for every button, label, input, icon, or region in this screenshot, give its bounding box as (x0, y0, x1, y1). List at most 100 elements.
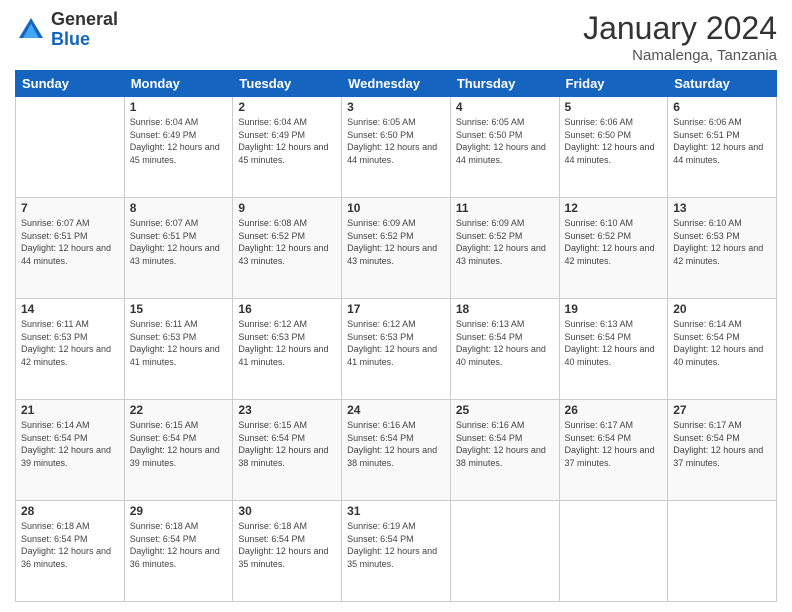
day-number: 18 (456, 302, 554, 316)
table-cell: 8Sunrise: 6:07 AMSunset: 6:51 PMDaylight… (124, 198, 233, 299)
day-number: 19 (565, 302, 663, 316)
day-number: 10 (347, 201, 445, 215)
day-info: Sunrise: 6:12 AMSunset: 6:53 PMDaylight:… (347, 318, 445, 368)
day-number: 28 (21, 504, 119, 518)
logo-blue: Blue (51, 30, 118, 50)
day-info: Sunrise: 6:18 AMSunset: 6:54 PMDaylight:… (238, 520, 336, 570)
day-number: 15 (130, 302, 228, 316)
table-cell: 18Sunrise: 6:13 AMSunset: 6:54 PMDayligh… (450, 299, 559, 400)
table-cell: 22 Sunrise: 6:15 AMSunset: 6:54 PMDayligh… (124, 400, 233, 501)
day-info: Sunrise: 6:11 AMSunset: 6:53 PMDaylight:… (130, 318, 228, 368)
day-number: 14 (21, 302, 119, 316)
day-info: Sunrise: 6:14 AMSunset: 6:54 PMDaylight:… (21, 419, 119, 469)
day-info: Sunrise: 6:15 AMSunset: 6:54 PMDaylight:… (130, 419, 228, 469)
header-tuesday: Tuesday (233, 71, 342, 97)
day-info: Sunrise: 6:18 AMSunset: 6:54 PMDaylight:… (21, 520, 119, 570)
table-cell: 12 Sunrise: 6:10 AMSunset: 6:52 PMDayligh… (559, 198, 668, 299)
table-cell: 16 Sunrise: 6:12 AMSunset: 6:53 PMDayligh… (233, 299, 342, 400)
day-info: Sunrise: 6:17 AMSunset: 6:54 PMDaylight:… (673, 419, 771, 469)
day-info: Sunrise: 6:05 AMSunset: 6:50 PMDaylight:… (347, 116, 445, 166)
header-friday: Friday (559, 71, 668, 97)
day-number: 11 (456, 201, 554, 215)
day-info: Sunrise: 6:14 AMSunset: 6:54 PMDaylight:… (673, 318, 771, 368)
day-number: 9 (238, 201, 336, 215)
day-info: Sunrise: 6:12 AMSunset: 6:53 PMDaylight:… (238, 318, 336, 368)
table-cell: 15 Sunrise: 6:11 AMSunset: 6:53 PMDayligh… (124, 299, 233, 400)
table-cell: 1Sunrise: 6:04 AMSunset: 6:49 PMDaylight… (124, 97, 233, 198)
day-info: Sunrise: 6:19 AMSunset: 6:54 PMDaylight:… (347, 520, 445, 570)
day-info: Sunrise: 6:13 AMSunset: 6:54 PMDaylight:… (565, 318, 663, 368)
day-number: 27 (673, 403, 771, 417)
table-cell: 6Sunrise: 6:06 AMSunset: 6:51 PMDaylight… (668, 97, 777, 198)
calendar-table: Sunday Monday Tuesday Wednesday Thursday… (15, 70, 777, 602)
day-info: Sunrise: 6:09 AMSunset: 6:52 PMDaylight:… (456, 217, 554, 267)
day-number: 8 (130, 201, 228, 215)
day-info: Sunrise: 6:06 AMSunset: 6:51 PMDaylight:… (673, 116, 771, 166)
day-info: Sunrise: 6:04 AMSunset: 6:49 PMDaylight:… (238, 116, 336, 166)
day-info: Sunrise: 6:05 AMSunset: 6:50 PMDaylight:… (456, 116, 554, 166)
location: Namalenga, Tanzania (583, 47, 777, 64)
day-info: Sunrise: 6:16 AMSunset: 6:54 PMDaylight:… (347, 419, 445, 469)
logo-general: General (51, 10, 118, 30)
table-cell (559, 501, 668, 602)
day-number: 21 (21, 403, 119, 417)
day-number: 31 (347, 504, 445, 518)
header-saturday: Saturday (668, 71, 777, 97)
day-info: Sunrise: 6:17 AMSunset: 6:54 PMDaylight:… (565, 419, 663, 469)
table-cell: 27 Sunrise: 6:17 AMSunset: 6:54 PMDayligh… (668, 400, 777, 501)
table-cell: 30Sunrise: 6:18 AMSunset: 6:54 PMDayligh… (233, 501, 342, 602)
table-cell: 28 Sunrise: 6:18 AMSunset: 6:54 PMDayligh… (16, 501, 125, 602)
day-number: 29 (130, 504, 228, 518)
header-sunday: Sunday (16, 71, 125, 97)
table-cell: 11 Sunrise: 6:09 AMSunset: 6:52 PMDayligh… (450, 198, 559, 299)
table-cell: 20 Sunrise: 6:14 AMSunset: 6:54 PMDayligh… (668, 299, 777, 400)
header: General Blue January 2024 Namalenga, Tan… (15, 10, 777, 64)
day-info: Sunrise: 6:09 AMSunset: 6:52 PMDaylight:… (347, 217, 445, 267)
day-info: Sunrise: 6:10 AMSunset: 6:53 PMDaylight:… (673, 217, 771, 267)
day-info: Sunrise: 6:07 AMSunset: 6:51 PMDaylight:… (21, 217, 119, 267)
week-row-1: 1Sunrise: 6:04 AMSunset: 6:49 PMDaylight… (16, 97, 777, 198)
table-cell: 24 Sunrise: 6:16 AMSunset: 6:54 PMDayligh… (342, 400, 451, 501)
week-row-4: 21 Sunrise: 6:14 AMSunset: 6:54 PMDayligh… (16, 400, 777, 501)
week-row-5: 28 Sunrise: 6:18 AMSunset: 6:54 PMDayligh… (16, 501, 777, 602)
table-cell: 9Sunrise: 6:08 AMSunset: 6:52 PMDaylight… (233, 198, 342, 299)
table-cell (450, 501, 559, 602)
day-number: 7 (21, 201, 119, 215)
day-number: 23 (238, 403, 336, 417)
day-info: Sunrise: 6:18 AMSunset: 6:54 PMDaylight:… (130, 520, 228, 570)
table-cell: 13 Sunrise: 6:10 AMSunset: 6:53 PMDayligh… (668, 198, 777, 299)
day-number: 16 (238, 302, 336, 316)
header-thursday: Thursday (450, 71, 559, 97)
day-number: 22 (130, 403, 228, 417)
table-cell: 31 Sunrise: 6:19 AMSunset: 6:54 PMDayligh… (342, 501, 451, 602)
week-row-3: 14 Sunrise: 6:11 AMSunset: 6:53 PMDayligh… (16, 299, 777, 400)
day-number: 12 (565, 201, 663, 215)
title-block: January 2024 Namalenga, Tanzania (583, 10, 777, 64)
logo: General Blue (15, 10, 118, 50)
table-cell: 2 Sunrise: 6:04 AMSunset: 6:49 PMDaylight… (233, 97, 342, 198)
table-cell: 10 Sunrise: 6:09 AMSunset: 6:52 PMDayligh… (342, 198, 451, 299)
day-number: 25 (456, 403, 554, 417)
calendar-header-row: Sunday Monday Tuesday Wednesday Thursday… (16, 71, 777, 97)
week-row-2: 7 Sunrise: 6:07 AMSunset: 6:51 PMDaylight… (16, 198, 777, 299)
day-info: Sunrise: 6:04 AMSunset: 6:49 PMDaylight:… (130, 116, 228, 166)
table-cell: 29 Sunrise: 6:18 AMSunset: 6:54 PMDayligh… (124, 501, 233, 602)
table-cell: 14Sunrise: 6:11 AMSunset: 6:53 PMDayligh… (16, 299, 125, 400)
day-number: 20 (673, 302, 771, 316)
day-info: Sunrise: 6:10 AMSunset: 6:52 PMDaylight:… (565, 217, 663, 267)
table-cell: 19 Sunrise: 6:13 AMSunset: 6:54 PMDayligh… (559, 299, 668, 400)
day-number: 17 (347, 302, 445, 316)
day-number: 24 (347, 403, 445, 417)
page: General Blue January 2024 Namalenga, Tan… (0, 0, 792, 612)
day-number: 13 (673, 201, 771, 215)
table-cell: 17 Sunrise: 6:12 AMSunset: 6:53 PMDayligh… (342, 299, 451, 400)
table-cell: 4Sunrise: 6:05 AMSunset: 6:50 PMDaylight… (450, 97, 559, 198)
table-cell: 26Sunrise: 6:17 AMSunset: 6:54 PMDayligh… (559, 400, 668, 501)
day-number: 5 (565, 100, 663, 114)
table-cell: 3Sunrise: 6:05 AMSunset: 6:50 PMDaylight… (342, 97, 451, 198)
table-cell: 7 Sunrise: 6:07 AMSunset: 6:51 PMDaylight… (16, 198, 125, 299)
day-info: Sunrise: 6:16 AMSunset: 6:54 PMDaylight:… (456, 419, 554, 469)
day-number: 2 (238, 100, 336, 114)
month-title: January 2024 (583, 10, 777, 47)
header-monday: Monday (124, 71, 233, 97)
